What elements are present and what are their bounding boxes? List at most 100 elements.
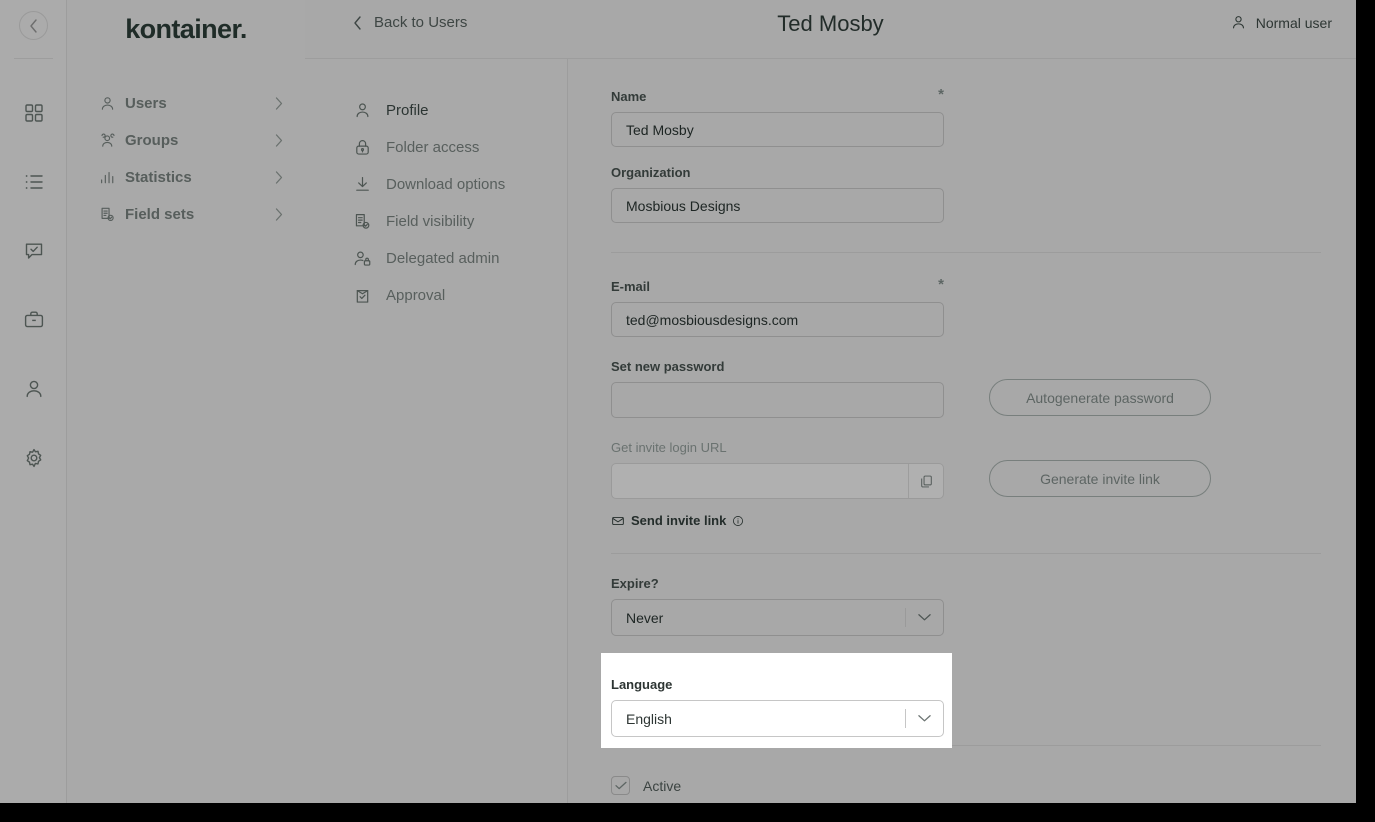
nav-item-groups[interactable]: Groups (67, 122, 305, 159)
nav-label: Statistics (125, 169, 275, 186)
language-select[interactable]: English (611, 700, 944, 737)
email-input[interactable]: ted@mosbiousdesigns.com (611, 302, 944, 337)
invite-url-input[interactable] (612, 464, 908, 499)
chevron-right-icon (275, 134, 283, 147)
rail-divider (14, 58, 53, 59)
copy-invite-url-button[interactable] (908, 464, 943, 498)
section-divider (611, 252, 1321, 253)
document-check-icon (99, 206, 125, 223)
field-invite-link: Get invite login URL Send invite link Ge… (611, 440, 1321, 528)
subnav-item-delegated-admin[interactable]: Delegated admin (305, 240, 568, 277)
rail-icon-list (0, 78, 67, 492)
subnav-label: Delegated admin (386, 250, 499, 267)
app-window: kontainer. Users Groups (0, 0, 1356, 803)
field-label-expire: Expire? (611, 576, 1321, 591)
required-marker: * (938, 89, 944, 101)
field-label-language: Language (611, 677, 952, 692)
subnav-item-profile[interactable]: Profile (305, 92, 568, 129)
secondary-nav: Profile Folder access Download options F… (305, 59, 568, 803)
page-title: Ted Mosby (305, 11, 1356, 37)
language-select-value: English (626, 711, 905, 727)
user-icon (99, 95, 125, 112)
field-email: E-mail * ted@mosbiousdesigns.com (611, 279, 1321, 337)
user-badge-label: Normal user (1256, 15, 1332, 31)
chevron-down-icon (906, 613, 943, 622)
active-label: Active (643, 778, 681, 794)
clipboard-check-icon (353, 286, 386, 305)
expire-select-value: Never (626, 610, 905, 626)
organization-input[interactable]: Mosbious Designs (611, 188, 944, 223)
field-label-invite-url: Get invite login URL (611, 440, 944, 455)
envelope-icon (611, 514, 625, 528)
chevron-right-icon (275, 171, 283, 184)
nav-label: Field sets (125, 206, 275, 223)
subnav-item-field-visibility[interactable]: Field visibility (305, 203, 568, 240)
download-icon (353, 175, 386, 194)
subnav-label: Approval (386, 287, 445, 304)
subnav-label: Field visibility (386, 213, 474, 230)
user-icon (23, 378, 45, 400)
field-expire: Expire? Never (611, 576, 1321, 636)
name-input[interactable]: Ted Mosby (611, 112, 944, 147)
app-logo: kontainer. (67, 0, 305, 59)
rail-item-approvals[interactable] (0, 216, 67, 285)
field-active[interactable]: Active (611, 776, 1321, 795)
icon-rail (0, 0, 67, 803)
nav-label: Groups (125, 132, 275, 149)
briefcase-icon (23, 309, 45, 331)
field-label-email: E-mail (611, 279, 650, 294)
nav-item-users[interactable]: Users (67, 85, 305, 122)
subnav-item-download-options[interactable]: Download options (305, 166, 568, 203)
nav-item-statistics[interactable]: Statistics (67, 159, 305, 196)
password-input[interactable] (611, 382, 944, 418)
field-label-password: Set new password (611, 359, 944, 374)
generate-invite-link-button[interactable]: Generate invite link (989, 460, 1211, 497)
collapse-sidebar-button[interactable] (19, 11, 48, 40)
grid-icon (23, 102, 45, 124)
field-label-name: Name (611, 89, 646, 104)
autogenerate-password-button[interactable]: Autogenerate password (989, 379, 1211, 416)
user-badge[interactable]: Normal user (1230, 14, 1332, 31)
user-lock-icon (353, 249, 386, 268)
primary-nav: kontainer. Users Groups (67, 0, 305, 803)
nav-item-field-sets[interactable]: Field sets (67, 196, 305, 233)
rail-item-dashboard[interactable] (0, 78, 67, 147)
chat-check-icon (23, 240, 45, 262)
expire-select[interactable]: Never (611, 599, 944, 636)
subnav-item-folder-access[interactable]: Folder access (305, 129, 568, 166)
bottom-black-bar (0, 803, 1375, 822)
rail-item-lists[interactable] (0, 147, 67, 216)
chevron-down-icon (906, 714, 943, 723)
send-invite-link-label: Send invite link (631, 513, 726, 528)
chevron-left-icon (29, 19, 38, 33)
page-header: Back to Users Ted Mosby Normal user (305, 0, 1356, 59)
info-icon[interactable] (732, 515, 744, 527)
primary-nav-list: Users Groups Statistics (67, 85, 305, 233)
chevron-right-icon (275, 97, 283, 110)
rail-item-portfolio[interactable] (0, 285, 67, 354)
document-check-icon (353, 212, 386, 231)
language-spotlight-popover: Language English (601, 653, 952, 748)
subnav-item-approval[interactable]: Approval (305, 277, 568, 314)
field-password: Set new password Autogenerate password (611, 359, 1321, 418)
rail-item-settings[interactable] (0, 423, 67, 492)
copy-icon (919, 474, 934, 489)
invite-url-group (611, 463, 944, 499)
subnav-label: Folder access (386, 139, 479, 156)
required-marker: * (938, 279, 944, 291)
field-label-organization: Organization (611, 165, 1321, 180)
subnav-label: Download options (386, 176, 505, 193)
check-icon (615, 781, 627, 790)
right-black-bar (1356, 0, 1375, 822)
user-icon (1230, 14, 1247, 31)
users-group-icon (99, 132, 125, 149)
rail-item-users[interactable] (0, 354, 67, 423)
nav-label: Users (125, 95, 275, 112)
send-invite-link-action[interactable]: Send invite link (611, 513, 944, 528)
chevron-right-icon (275, 208, 283, 221)
section-divider (611, 553, 1321, 554)
subnav-label: Profile (386, 102, 429, 119)
active-checkbox[interactable] (611, 776, 630, 795)
gear-icon (23, 447, 45, 469)
field-organization: Organization Mosbious Designs (611, 165, 1321, 223)
